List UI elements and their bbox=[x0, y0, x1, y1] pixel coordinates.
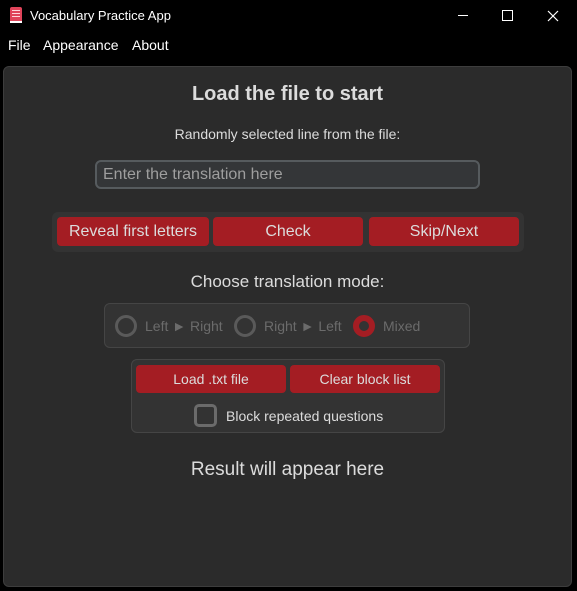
mode-label: Choose translation mode: bbox=[190, 272, 385, 291]
menu-file[interactable]: File bbox=[8, 37, 31, 53]
close-button[interactable] bbox=[531, 0, 577, 32]
radio-left-right-label[interactable]: Left ► Right bbox=[145, 318, 223, 334]
skip-next-button[interactable]: Skip/Next bbox=[369, 217, 519, 246]
menu-appearance[interactable]: Appearance bbox=[43, 37, 119, 53]
translation-mode-group: Left ► Right Right ► Left Mixed bbox=[104, 303, 470, 348]
file-controls-group: Load .txt file Clear block list Block re… bbox=[131, 359, 445, 433]
menu-about[interactable]: About bbox=[132, 37, 169, 53]
book-icon bbox=[10, 7, 22, 23]
radio-mixed-label[interactable]: Mixed bbox=[383, 318, 420, 334]
page-title: Load the file to start bbox=[191, 83, 384, 105]
clear-block-list-button[interactable]: Clear block list bbox=[290, 365, 440, 393]
radio-mixed[interactable] bbox=[353, 315, 375, 337]
reveal-letters-button[interactable]: Reveal first letters bbox=[57, 217, 209, 246]
title-bar[interactable]: Vocabulary Practice App bbox=[0, 0, 577, 32]
radio-left-right[interactable] bbox=[115, 315, 137, 337]
radio-right-left[interactable] bbox=[234, 315, 256, 337]
block-repeated-checkbox[interactable] bbox=[194, 404, 217, 427]
load-file-button[interactable]: Load .txt file bbox=[136, 365, 286, 393]
main-panel: Load the file to start Randomly selected… bbox=[3, 66, 572, 587]
maximize-button[interactable] bbox=[485, 0, 531, 32]
app-window: Vocabulary Practice App File Appearance … bbox=[0, 0, 577, 591]
radio-right-left-label[interactable]: Right ► Left bbox=[264, 318, 342, 334]
window-title: Vocabulary Practice App bbox=[30, 8, 171, 23]
menu-bar: File Appearance About bbox=[0, 32, 577, 58]
block-repeated-label[interactable]: Block repeated questions bbox=[226, 408, 383, 424]
translation-input[interactable] bbox=[95, 160, 480, 189]
minimize-button[interactable] bbox=[440, 0, 486, 32]
action-button-group: Reveal first letters Check Skip/Next bbox=[52, 212, 524, 252]
question-line: Randomly selected line from the file: bbox=[174, 126, 401, 142]
close-icon bbox=[547, 10, 559, 22]
check-button[interactable]: Check bbox=[213, 217, 363, 246]
result-text: Result will appear here bbox=[190, 459, 385, 480]
